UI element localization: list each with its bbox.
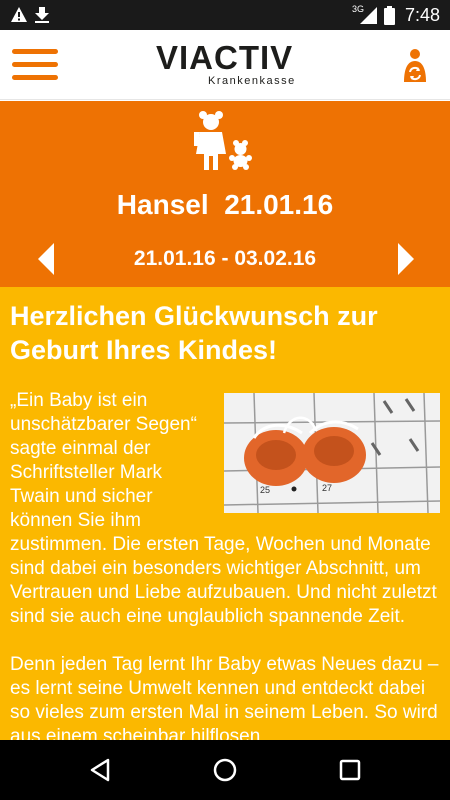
download-icon [35, 7, 49, 23]
app-bar: VIACTIV Krankenkasse [0, 30, 450, 100]
logo-subtitle: Krankenkasse [208, 75, 296, 87]
navigation-bar [0, 740, 450, 800]
child-header: Hansel 21.01.16 21.01.16 - 03.02.16 [0, 101, 450, 287]
home-circle-icon[interactable] [211, 756, 239, 784]
birth-date: 21.01.16 [224, 189, 334, 220]
svg-text:25: 25 [260, 485, 270, 495]
next-period-icon[interactable] [394, 241, 418, 277]
battery-icon [384, 6, 395, 25]
hamburger-menu-icon[interactable] [12, 47, 58, 81]
baby-shoes-calendar-image: 25 27 [224, 393, 440, 513]
clock: 7:48 [405, 5, 441, 25]
logo-wordmark: VIACTIV [156, 39, 294, 76]
svg-text:27: 27 [322, 483, 332, 493]
recent-apps-square-icon[interactable] [336, 756, 364, 784]
warning-icon [11, 7, 27, 22]
article-content[interactable]: Herzlichen Glückwunsch zur Geburt Ihres … [0, 287, 450, 740]
status-bar: 3G 7:48 [0, 0, 450, 30]
viactiv-logo: VIACTIV Krankenkasse [150, 39, 310, 91]
back-triangle-icon[interactable] [86, 756, 114, 784]
child-name: Hansel [116, 189, 209, 220]
signal-icon [360, 7, 377, 24]
article-body: 25 27 „Ein Baby ist ein unschätzbarer Se… [10, 389, 440, 740]
date-range: 21.01.16 - 03.02.16 [133, 247, 317, 270]
baby-with-teddy-icon [194, 111, 252, 170]
article-paragraph: Denn jeden Tag lernt Ihr Baby etwas Neue… [10, 654, 439, 740]
person-sync-icon[interactable] [400, 48, 430, 84]
article-headline: Herzlichen Glückwunsch zur Geburt Ihres … [10, 301, 378, 365]
child-title: Hansel 21.01.16 [0, 189, 450, 221]
